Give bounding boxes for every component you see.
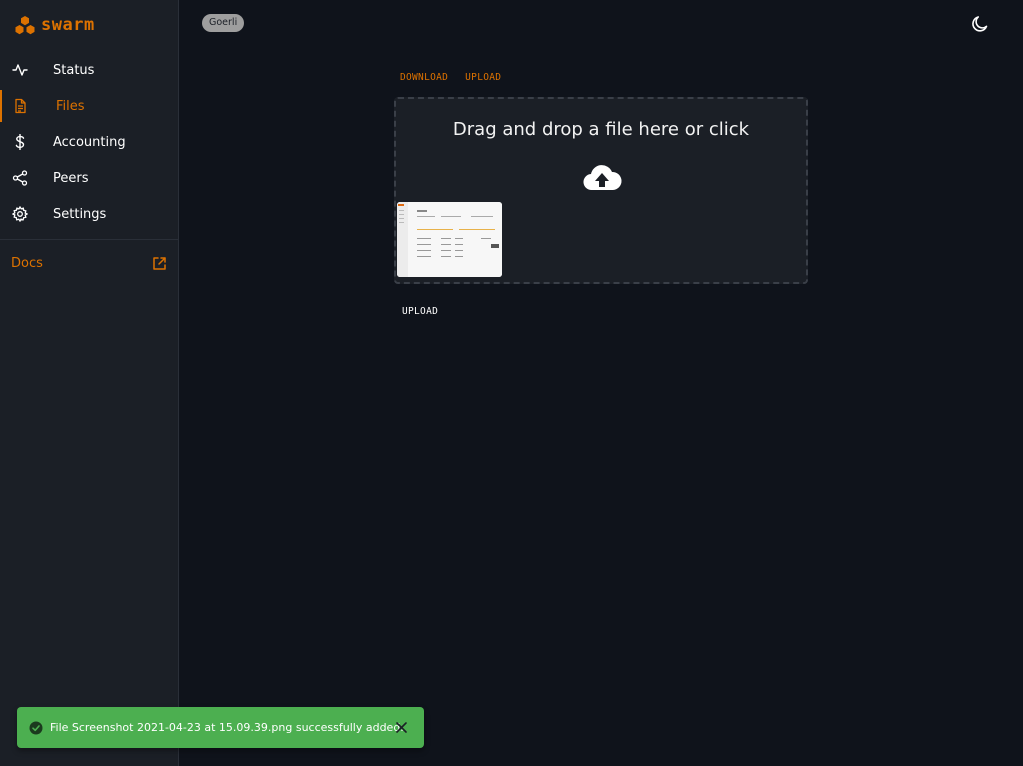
close-icon[interactable] (395, 721, 408, 734)
activity-icon (12, 64, 28, 76)
docs-label: Docs (11, 256, 43, 271)
sidebar-item-label: Files (56, 99, 85, 114)
success-toast: File Screenshot 2021-04-23 at 15.09.39.p… (17, 707, 424, 748)
dropzone-text: Drag and drop a file here or click (452, 119, 750, 140)
sidebar-item-label: Status (53, 63, 95, 78)
gear-icon (12, 206, 28, 222)
docs-link[interactable]: Docs (11, 256, 167, 272)
file-dropzone[interactable]: Drag and drop a file here or click (394, 97, 808, 284)
moon-icon[interactable] (970, 14, 990, 34)
sidebar: swarm Status Files Accounting Peers Sett… (0, 0, 179, 766)
sidebar-item-label: Accounting (53, 135, 126, 150)
sidebar-divider (0, 239, 178, 240)
file-preview-thumbnail (397, 202, 502, 277)
check-circle-icon (29, 721, 43, 735)
swarm-logo-icon (15, 16, 35, 35)
external-link-icon (153, 257, 166, 270)
swarm-logo[interactable]: swarm (14, 14, 95, 36)
sidebar-item-accounting[interactable]: Accounting (0, 124, 178, 160)
toast-message: File Screenshot 2021-04-23 at 15.09.39.p… (50, 721, 404, 734)
sidebar-item-label: Settings (53, 207, 107, 222)
share-icon (12, 170, 28, 186)
sidebar-item-settings[interactable]: Settings (0, 196, 178, 232)
cloud-upload-icon (583, 165, 622, 191)
tab-upload[interactable]: UPLOAD (465, 72, 501, 83)
upload-button[interactable]: UPLOAD (402, 306, 438, 317)
dollar-icon (15, 134, 25, 150)
tab-download[interactable]: DOWNLOAD (400, 72, 448, 83)
sidebar-item-peers[interactable]: Peers (0, 160, 178, 196)
network-badge: Goerli (202, 14, 245, 32)
sidebar-item-files[interactable]: Files (0, 88, 178, 124)
sidebar-item-label: Peers (53, 171, 89, 186)
file-tabs: DOWNLOAD UPLOAD (400, 72, 518, 83)
sidebar-nav: Status Files Accounting Peers Settings (0, 52, 178, 232)
sidebar-item-status[interactable]: Status (0, 52, 178, 88)
file-icon (15, 98, 26, 114)
brand-name: swarm (41, 15, 95, 35)
